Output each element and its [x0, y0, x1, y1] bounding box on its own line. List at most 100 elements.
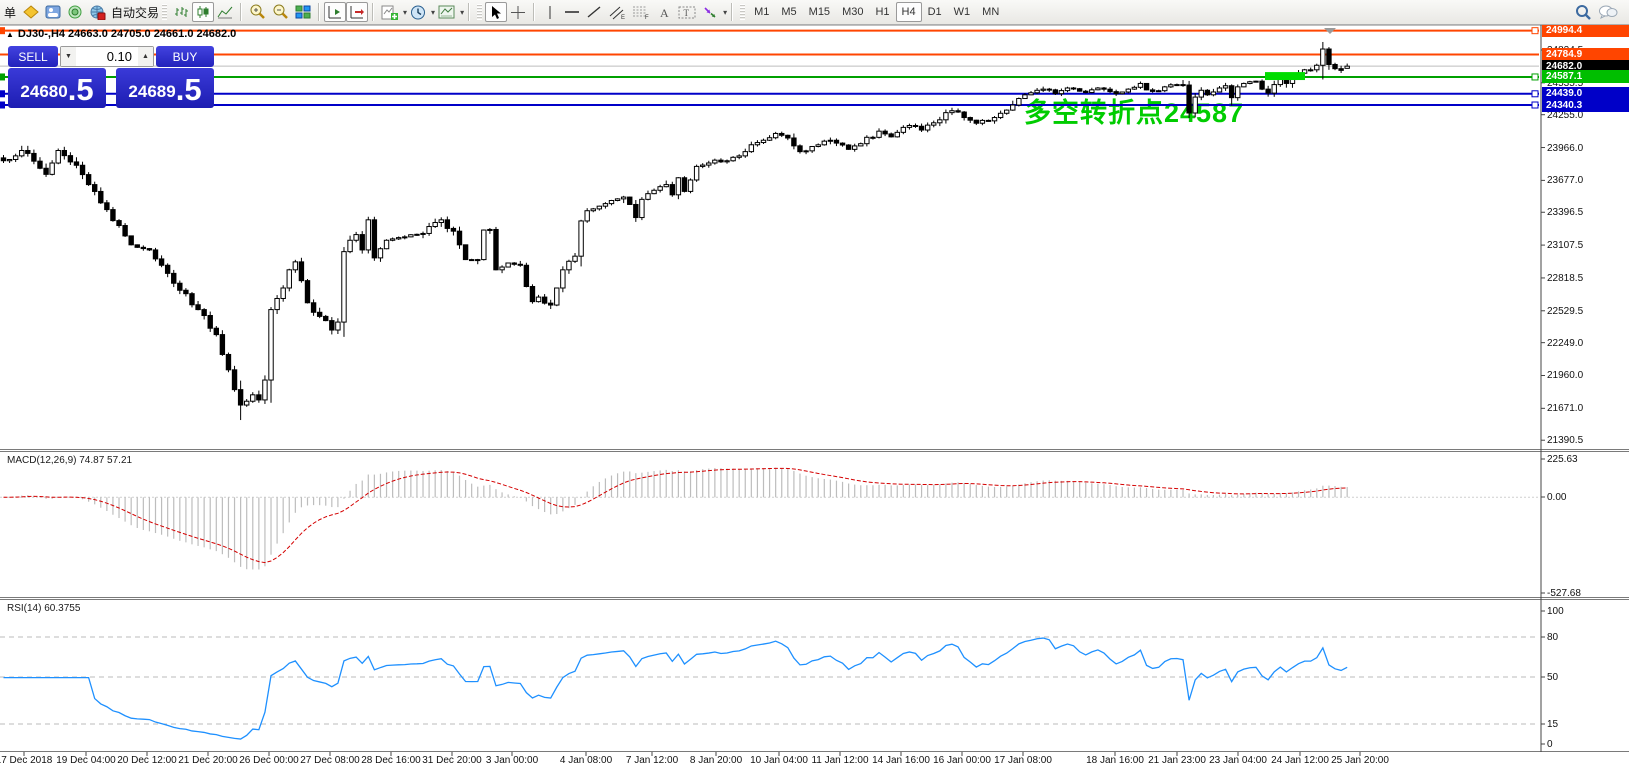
green-rectangle-object[interactable] [1265, 72, 1305, 80]
candle-body [913, 125, 917, 126]
timeframe-d1[interactable]: D1 [922, 2, 948, 22]
candle-body [56, 150, 60, 163]
candle-body [1096, 88, 1100, 90]
buy-button[interactable]: BUY [156, 46, 214, 67]
timeframe-m5[interactable]: M5 [775, 2, 802, 22]
vertical-line-icon[interactable] [539, 2, 561, 22]
equidistant-channel-icon[interactable]: E [605, 2, 629, 22]
timeframe-m1[interactable]: M1 [748, 2, 775, 22]
candle-body [1077, 89, 1081, 91]
autotrading-label[interactable]: 自动交易 [111, 4, 159, 21]
candle-body [32, 153, 36, 161]
main-toolbar: 单 自动交易 ▾ ▾ ▾ [0, 0, 1629, 25]
candle-body [99, 191, 103, 202]
sell-button[interactable]: SELL [8, 46, 58, 67]
zoom-out-icon[interactable] [269, 2, 292, 22]
candle-body [1181, 85, 1185, 86]
templates-dropdown-caret[interactable]: ▾ [460, 8, 464, 17]
timeframe-w1[interactable]: W1 [948, 2, 977, 22]
candlestick-chart-icon[interactable] [192, 2, 214, 22]
chart-window-icon[interactable] [42, 2, 64, 22]
line-chart-icon[interactable] [214, 2, 236, 22]
candle-body [828, 140, 832, 141]
volume-value[interactable]: 0.10 [76, 49, 138, 64]
crosshair-icon[interactable] [507, 2, 529, 22]
line-handle[interactable] [0, 90, 5, 97]
candle-body [366, 220, 370, 250]
chart-canvas[interactable] [0, 25, 1629, 770]
timeframe-m30[interactable]: M30 [836, 2, 869, 22]
line-handle[interactable] [0, 102, 5, 109]
fibonacci-icon[interactable]: F [629, 2, 653, 22]
horizontal-line-icon[interactable] [561, 2, 583, 22]
candle-body [773, 133, 777, 137]
trendline-icon[interactable] [583, 2, 605, 22]
timeframe-h4[interactable]: H4 [896, 2, 922, 22]
periods-icon[interactable] [407, 2, 429, 22]
candle-body [336, 322, 340, 330]
buy-price-button[interactable]: 24689 .5 [116, 68, 214, 108]
candle-body [998, 113, 1002, 117]
tile-windows-icon[interactable] [292, 2, 314, 22]
toolbar-grip [162, 4, 167, 20]
candle-body [299, 262, 303, 281]
bar-chart-icon[interactable] [170, 2, 192, 22]
chat-icon[interactable] [1595, 2, 1621, 22]
line-handle[interactable] [0, 27, 5, 34]
timeframe-group: M1M5M15M30H1H4D1W1MN [748, 2, 1005, 22]
candle-body [196, 305, 200, 310]
candle-body [184, 290, 188, 293]
timeframe-h1[interactable]: H1 [869, 2, 895, 22]
candle-body [567, 261, 571, 270]
candle-body [555, 288, 559, 305]
candle-body [919, 126, 923, 130]
collapse-triangle-icon[interactable]: ▲ [6, 30, 14, 39]
auto-scroll-icon[interactable] [324, 2, 346, 22]
sell-price-button[interactable]: 24680 .5 [8, 68, 106, 108]
candle-body [707, 163, 711, 165]
timeframe-mn[interactable]: MN [976, 2, 1005, 22]
candle-body [433, 223, 437, 227]
arrows-dropdown-caret[interactable]: ▾ [723, 8, 727, 17]
volume-down-icon[interactable]: ▼ [61, 47, 76, 66]
candle-body [20, 150, 24, 155]
candle-body [1266, 89, 1270, 93]
text-icon[interactable]: A [653, 2, 675, 22]
indicators-icon[interactable] [378, 2, 401, 22]
candle-body [1321, 49, 1325, 65]
search-icon[interactable] [1571, 2, 1595, 22]
candle-body [208, 316, 212, 329]
volume-up-icon[interactable]: ▲ [138, 47, 153, 66]
zoom-in-icon[interactable] [246, 2, 269, 22]
candle-body [360, 235, 364, 250]
candle-body [1248, 82, 1252, 84]
chart-shift-icon[interactable] [346, 2, 368, 22]
line-handle[interactable] [1532, 74, 1538, 80]
text-label-icon[interactable]: T [675, 2, 699, 22]
sell-price-main: 24680 [20, 79, 67, 105]
candle-body [682, 178, 686, 192]
line-handle[interactable] [1532, 28, 1538, 34]
cursor-icon[interactable] [485, 2, 507, 22]
candle-body [634, 204, 638, 217]
candle-body [561, 270, 565, 288]
menu-char[interactable]: 单 [2, 4, 20, 21]
arrows-icon[interactable] [699, 2, 721, 22]
candle-body [482, 230, 486, 260]
candle-body [111, 210, 115, 221]
market-watch-icon[interactable] [64, 2, 86, 22]
volume-spinner[interactable]: ▼ 0.10 ▲ [60, 46, 154, 67]
toolbar-separator [372, 3, 374, 21]
new-order-icon[interactable] [20, 2, 42, 22]
templates-icon[interactable] [435, 2, 458, 22]
line-handle[interactable] [1532, 91, 1538, 97]
svg-text:T: T [684, 8, 690, 18]
candle-body [713, 160, 717, 163]
candle-body [518, 264, 522, 265]
candle-body [1193, 97, 1197, 113]
line-handle[interactable] [1532, 102, 1538, 108]
line-handle[interactable] [0, 73, 5, 80]
timeframe-m15[interactable]: M15 [803, 2, 836, 22]
autotrading-icon[interactable] [86, 2, 109, 22]
buy-price-main: 24689 [128, 79, 175, 105]
